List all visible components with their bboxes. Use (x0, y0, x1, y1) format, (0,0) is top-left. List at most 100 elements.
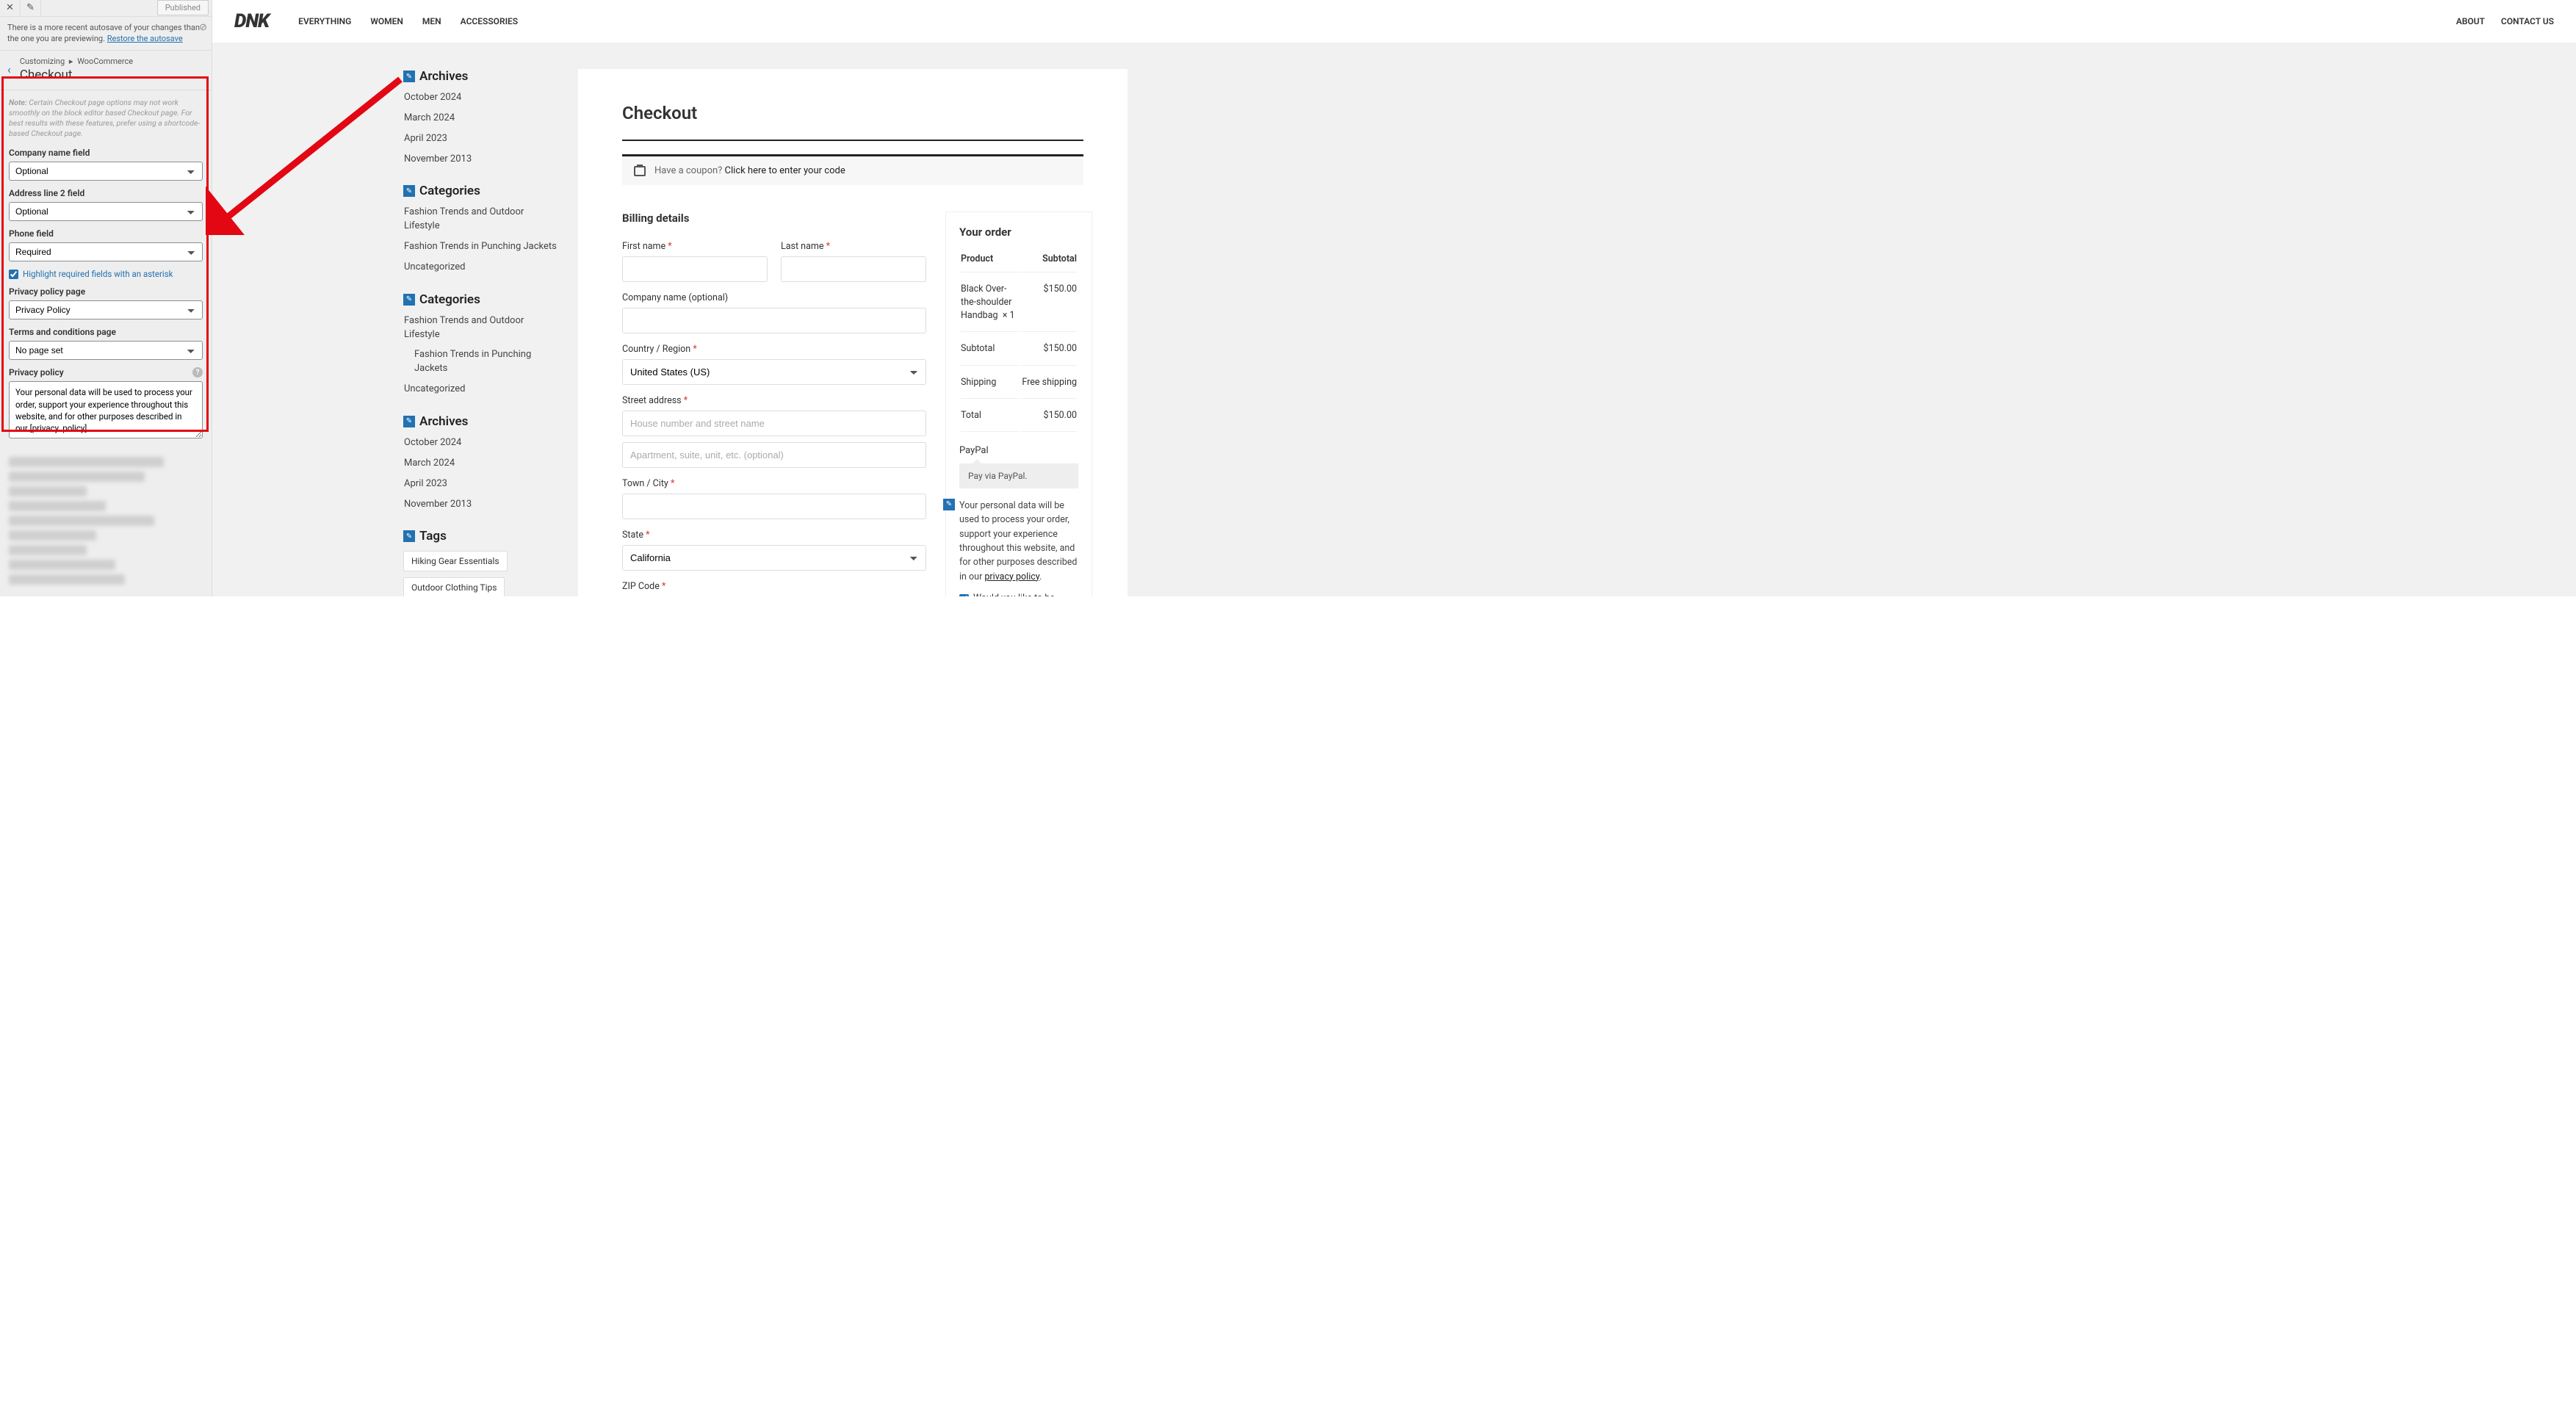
nav-everything[interactable]: EVERYTHING (298, 16, 351, 26)
archive-link[interactable]: April 2023 (404, 132, 558, 146)
street2-input[interactable] (622, 442, 926, 468)
dismiss-icon[interactable]: ⊘ (199, 21, 207, 35)
published-badge: Published (157, 0, 209, 15)
archive-link[interactable]: March 2024 (404, 112, 558, 126)
first-name-label: First name * (622, 241, 768, 252)
category-link[interactable]: Fashion Trends and Outdoor Lifestyle (404, 314, 558, 342)
street-label: Street address * (622, 395, 926, 406)
tag[interactable]: Outdoor Clothing Tips (403, 577, 505, 596)
nav-accessories[interactable]: ACCESSORIES (461, 16, 518, 26)
country-label: Country / Region * (622, 344, 926, 355)
widget-title: Archives (419, 414, 468, 429)
street1-input[interactable] (622, 411, 926, 436)
widget-categories: ✎ Categories Fashion Trends and Outdoor … (403, 184, 558, 274)
widget-categories-2: ✎ Categories Fashion Trends and Outdoor … (403, 292, 558, 397)
breadcrumb: ‹ Customizing ▸ WooCommerce Checkout (0, 51, 212, 90)
state-select[interactable]: California (622, 545, 926, 571)
edit-icon[interactable]: ✎ (403, 185, 415, 197)
edit-icon[interactable]: ✎ (403, 530, 415, 542)
help-icon[interactable]: ? (192, 367, 203, 378)
customizer-panel: ✕ ✎ Published There is a more recent aut… (0, 0, 212, 596)
terms-select[interactable]: No page set (9, 341, 203, 360)
billing-column: Billing details First name * Last name * (622, 212, 926, 596)
category-sublink[interactable]: Fashion Trends in Punching Jackets (404, 348, 558, 376)
last-name-label: Last name * (781, 241, 926, 252)
company-select[interactable]: Optional (9, 162, 203, 181)
order-item-row: Black Over-the-shoulder Handbag × 1 $150… (961, 274, 1077, 332)
title-rule (622, 140, 1083, 141)
archive-link[interactable]: March 2024 (404, 457, 558, 471)
coupon-question: Have a coupon? (654, 165, 725, 176)
preview-pane: DNK EVERYTHING WOMEN MEN ACCESSORIES ABO… (212, 0, 2576, 596)
restore-autosave-link[interactable]: Restore the autosave (107, 34, 183, 43)
company-input[interactable] (622, 308, 926, 333)
nav-about[interactable]: ABOUT (2456, 16, 2485, 26)
order-table: Product Subtotal Black Over-the-shoulder… (959, 252, 1078, 433)
archive-link[interactable]: November 2013 (404, 498, 558, 512)
category-link[interactable]: Fashion Trends and Outdoor Lifestyle (404, 206, 558, 234)
page-title: Checkout (20, 68, 133, 82)
category-link[interactable]: Fashion Trends in Punching Jackets (404, 240, 558, 254)
town-label: Town / City * (622, 478, 926, 489)
company-label: Company name (optional) (622, 292, 926, 303)
customizer-topbar: ✕ ✎ Published (0, 0, 212, 17)
privacy-link[interactable]: privacy policy (984, 571, 1039, 582)
archive-link[interactable]: April 2023 (404, 477, 558, 491)
privacy-page-select[interactable]: Privacy Policy (9, 300, 203, 319)
breadcrumb-sep: ▸ (69, 57, 73, 66)
widget-title: Tags (419, 529, 447, 543)
privacy-textarea[interactable] (9, 381, 203, 438)
back-icon[interactable]: ‹ (7, 62, 11, 76)
first-name-input[interactable] (622, 256, 768, 282)
coupon-link[interactable]: Click here to enter your code (725, 165, 845, 176)
site-logo[interactable]: DNK (234, 10, 269, 32)
last-name-input[interactable] (781, 256, 926, 282)
site-header: DNK EVERYTHING WOMEN MEN ACCESSORIES ABO… (212, 0, 2576, 43)
close-icon[interactable]: ✕ (0, 0, 21, 16)
privacy-note: ✎ Your personal data will be used to pro… (959, 499, 1078, 584)
checkout-note: Note: Certain Checkout page options may … (9, 98, 203, 140)
edit-icon[interactable]: ✎ (403, 71, 415, 82)
nav-women[interactable]: WOMEN (370, 16, 403, 26)
invite-row[interactable]: Would you like to be invited (959, 593, 1078, 596)
secondary-nav: ABOUT CONTACT US (2456, 16, 2554, 26)
highlight-checkbox-row[interactable]: Highlight required fields with an asteri… (9, 269, 203, 279)
highlight-label: Highlight required fields with an asteri… (23, 269, 173, 279)
coupon-icon (634, 166, 646, 176)
town-input[interactable] (622, 494, 926, 519)
coupon-bar[interactable]: Have a coupon? Click here to enter your … (622, 154, 1083, 185)
archive-link[interactable]: October 2024 (404, 91, 558, 105)
widget-tags: ✎ Tags Hiking Gear Essentials Outdoor Cl… (403, 529, 558, 596)
archive-link[interactable]: November 2013 (404, 153, 558, 167)
tag[interactable]: Hiking Gear Essentials (403, 551, 508, 571)
widget-archives-2: ✎ Archives October 2024 March 2024 April… (403, 414, 558, 511)
highlight-checkbox[interactable] (9, 270, 18, 279)
archive-link[interactable]: October 2024 (404, 436, 558, 450)
checkout-heading: Checkout (622, 103, 1083, 123)
category-link[interactable]: Uncategorized (404, 261, 558, 275)
widget-title: Categories (419, 184, 480, 198)
addr2-select[interactable]: Optional (9, 202, 203, 221)
paypal-desc: Pay via PayPal. (959, 463, 1078, 488)
th-subtotal: Subtotal (1022, 253, 1077, 272)
widget-archives: ✎ Archives October 2024 March 2024 April… (403, 69, 558, 166)
blurred-section (0, 445, 212, 596)
category-link[interactable]: Uncategorized (404, 383, 558, 397)
order-total-row: Total $150.00 (961, 400, 1077, 432)
edit-icon[interactable]: ✎ (943, 499, 955, 510)
addr2-label: Address line 2 field (9, 188, 203, 198)
country-select[interactable]: United States (US) (622, 359, 926, 385)
invite-checkbox[interactable] (959, 594, 969, 596)
order-heading: Your order (959, 225, 1078, 239)
pencil-icon[interactable]: ✎ (21, 0, 41, 16)
edit-icon[interactable]: ✎ (403, 416, 415, 427)
privacy-page-label: Privacy policy page (9, 286, 203, 297)
nav-contact[interactable]: CONTACT US (2501, 16, 2554, 26)
nav-men[interactable]: MEN (422, 16, 441, 26)
paypal-label[interactable]: PayPal (959, 445, 1078, 456)
terms-label: Terms and conditions page (9, 327, 203, 337)
state-label: State * (622, 530, 926, 541)
phone-select[interactable]: Required (9, 242, 203, 261)
edit-icon[interactable]: ✎ (403, 294, 415, 306)
customizer-body: Note: Certain Checkout page options may … (0, 90, 212, 445)
